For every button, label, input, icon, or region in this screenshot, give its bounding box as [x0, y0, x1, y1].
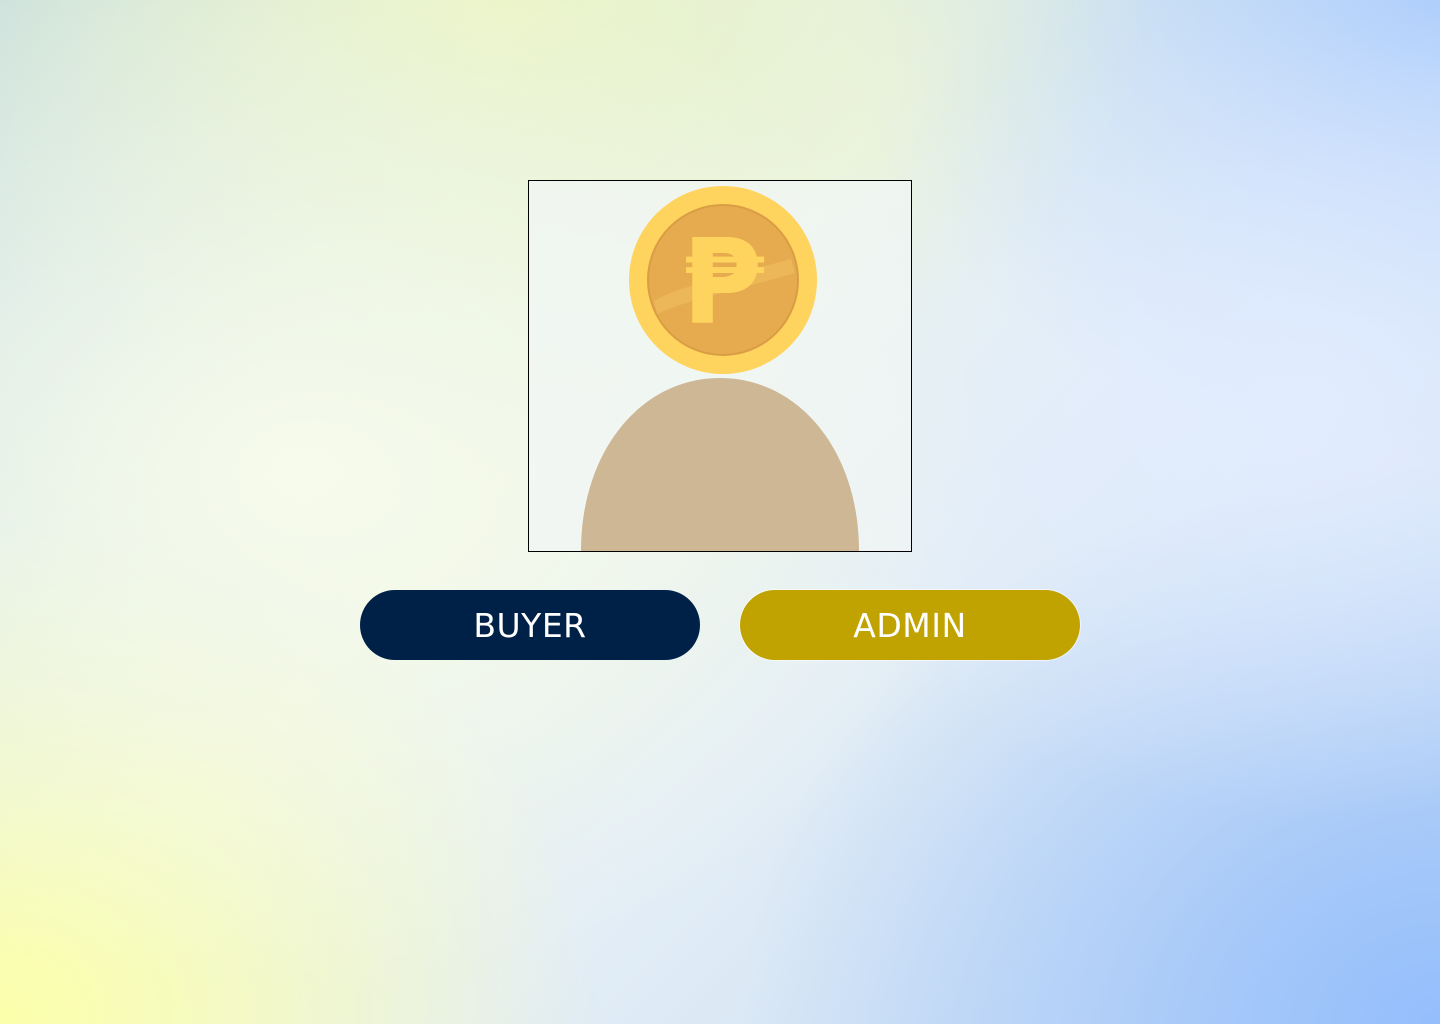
avatar-frame: ₱: [528, 180, 912, 552]
peso-symbol-icon: ₱: [682, 213, 765, 351]
buyer-button[interactable]: BUYER: [360, 590, 700, 660]
avatar-body: [581, 378, 859, 551]
admin-button[interactable]: ADMIN: [740, 590, 1080, 660]
peso-coin-user-icon: ₱: [581, 186, 859, 551]
